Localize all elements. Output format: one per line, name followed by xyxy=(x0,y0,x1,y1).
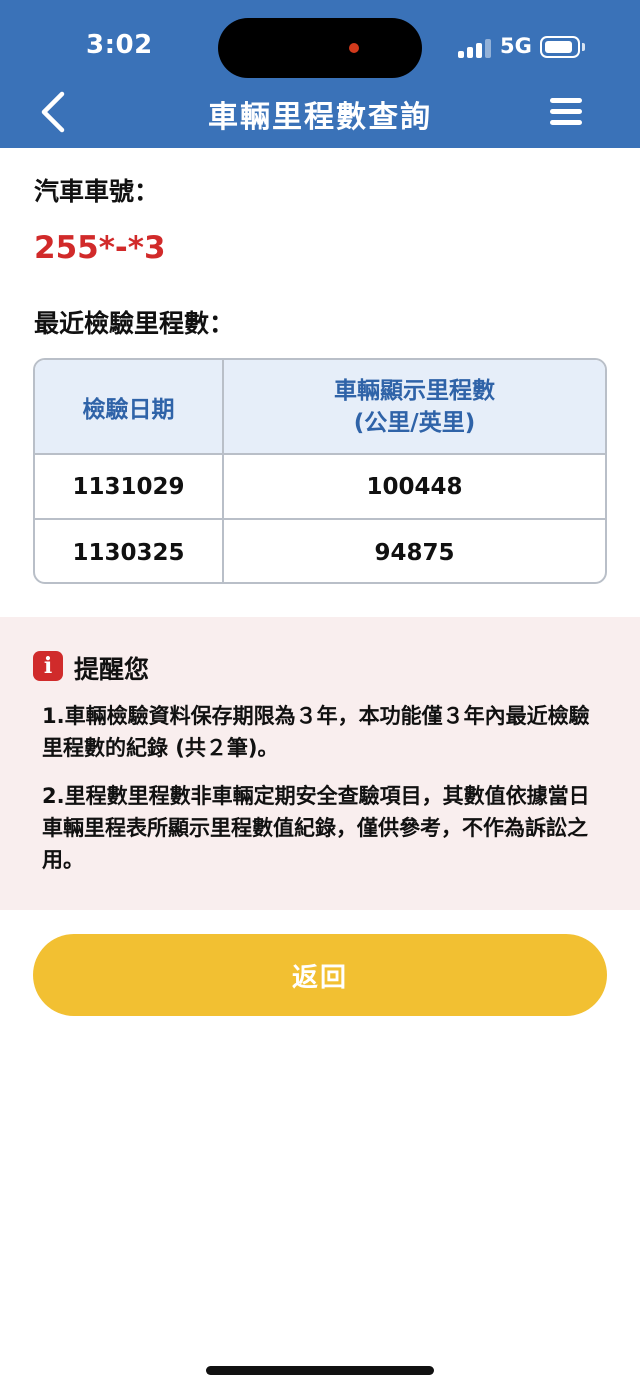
app-header: 3:02 5G 車輛里程數查詢 xyxy=(0,0,640,148)
header-date: 檢驗日期 xyxy=(35,360,224,453)
battery-icon xyxy=(540,36,580,58)
battery-tip xyxy=(582,43,585,51)
row-date: 1130325 xyxy=(35,520,224,582)
header-mileage: 車輛顯示里程數 (公里/英里) xyxy=(224,360,605,453)
menu-button[interactable] xyxy=(546,94,588,130)
status-time: 3:02 xyxy=(86,30,153,60)
back-button[interactable] xyxy=(30,86,80,138)
reminder-title: 提醒您 xyxy=(74,655,150,684)
table-row: 1131029 100448 xyxy=(35,455,605,520)
hamburger-menu-icon xyxy=(550,98,582,103)
reminder-item: 1.車輛檢驗資料保存期限為３年，本功能僅３年內最近檢驗里程數的紀錄 (共２筆)。 xyxy=(42,704,590,760)
plate-number: 255*-*3 xyxy=(34,230,166,266)
reminder-panel: i 提醒您 1.車輛檢驗資料保存期限為３年，本功能僅３年內最近檢驗里程數的紀錄 … xyxy=(0,617,640,910)
home-indicator xyxy=(206,1366,434,1375)
plate-label: 汽車車號： xyxy=(34,177,160,206)
table-header: 檢驗日期 車輛顯示里程數 (公里/英里) xyxy=(35,360,605,455)
chevron-left-icon xyxy=(41,91,65,133)
signal-bars-icon xyxy=(458,38,492,58)
dynamic-island xyxy=(218,18,422,78)
recording-indicator-icon xyxy=(349,43,359,53)
row-mileage: 94875 xyxy=(374,539,455,566)
table-row: 1130325 94875 xyxy=(35,520,605,582)
mileage-section-label: 最近檢驗里程數： xyxy=(34,309,235,338)
network-type: 5G xyxy=(500,34,532,58)
row-mileage: 100448 xyxy=(366,473,463,500)
reminder-item: 2.里程數里程數非車輛定期安全查驗項目，其數值依據當日車輛里程表所顯示里程數值紀… xyxy=(42,784,590,872)
row-date: 1131029 xyxy=(35,455,224,518)
return-button[interactable]: 返回 xyxy=(33,934,607,1016)
header-mileage-line1: 車輛顯示里程數 xyxy=(334,377,495,404)
mileage-table: 檢驗日期 車輛顯示里程數 (公里/英里) 1131029 100448 1130… xyxy=(33,358,607,584)
header-mileage-line2: (公里/英里) xyxy=(353,409,476,436)
info-icon: i xyxy=(33,651,63,681)
page-title: 車輛里程數查詢 xyxy=(208,100,432,135)
